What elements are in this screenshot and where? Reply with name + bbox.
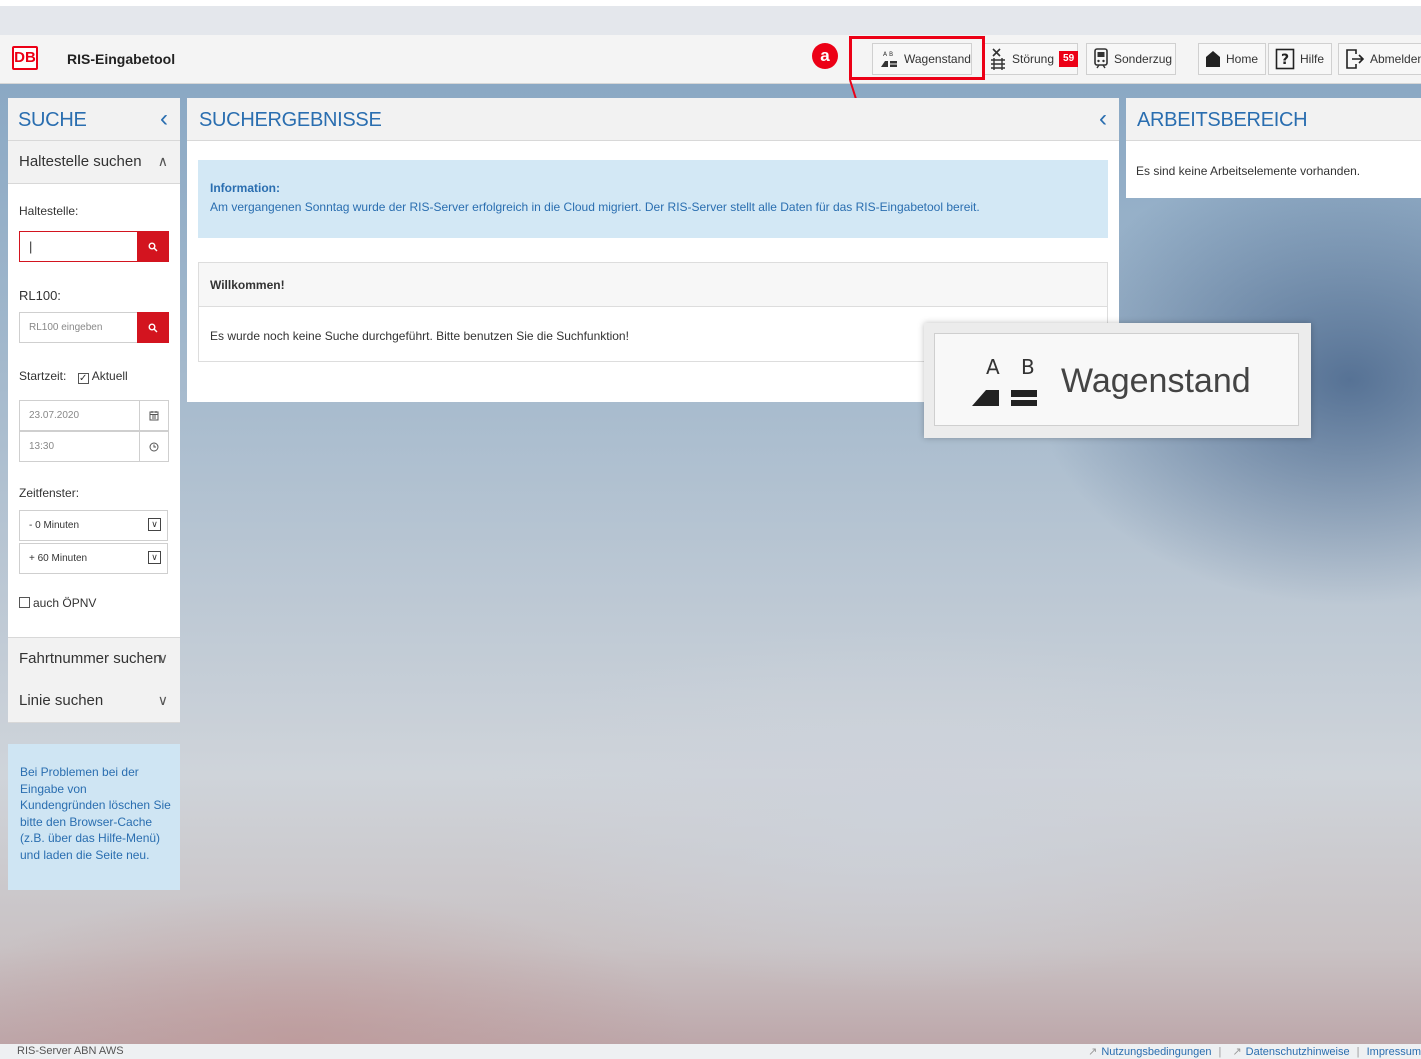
zeitfenster-plus-select[interactable]: + 60 Minuten ∨ [19,543,168,574]
haltestelle-input[interactable]: | [19,231,138,262]
stoerung-label: Störung [1012,52,1055,66]
aktuell-label: Aktuell [91,369,128,383]
suche-panel: SUCHE ‹ Haltestelle suchen ∧ Haltestelle… [8,98,180,723]
search-icon [148,323,158,332]
info-text: Am vergangenen Sonntag wurde der RIS-Ser… [210,200,980,214]
linie-section-label: Linie suchen [19,692,104,709]
nutzungsbedingungen-link[interactable]: Nutzungsbedingungen [1101,1046,1211,1058]
link-icon: ↗ [1088,1046,1098,1058]
suchergebnisse-panel-header: SUCHERGEBNISSE ‹ [187,98,1119,141]
oepnv-label: auch ÖPNV [33,596,97,610]
wagenstand-zoom-button: A B Wagenstand [934,333,1299,426]
suche-panel-header: SUCHE ‹ [8,98,180,141]
info-message: Information: Am vergangenen Sonntag wurd… [198,160,1108,238]
haltestelle-label: Haltestelle: [19,204,79,218]
callout-highlight-box [849,36,985,80]
home-button[interactable]: Home [1198,43,1266,75]
db-logo[interactable]: DB [12,46,38,70]
wagenstand-zoom-callout: A B Wagenstand [924,323,1311,438]
rl100-search-button[interactable] [137,312,169,343]
calendar-icon [149,411,159,421]
suchergebnisse-title: SUCHERGEBNISSE [199,109,382,131]
clock-button[interactable] [139,431,169,462]
zeitfenster-plus-value: + 60 Minuten [29,553,88,564]
fahrtnummer-section-toggle[interactable]: Fahrtnummer suchen ∨ [8,637,180,681]
startzeit-label: Startzeit: [19,369,67,383]
divider: | [1218,1046,1222,1058]
zeitfenster-minus-select[interactable]: - 0 Minuten ∨ [19,510,168,541]
haltestelle-section-toggle[interactable]: Haltestelle suchen ∧ [8,141,180,184]
stoerung-count-badge: 59 [1059,51,1079,67]
abmelden-button[interactable]: Abmelden [1338,43,1421,75]
chevron-down-icon: ∨ [157,650,168,666]
time-input[interactable]: 13:30 [19,431,140,462]
footer: RIS-Server ABN AWS ↗ Nutzungsbedingungen … [0,1044,1421,1059]
impressum-link[interactable]: Impressum [1367,1046,1421,1058]
calendar-button[interactable] [139,400,169,431]
zeitfenster-label: Zeitfenster: [19,486,80,500]
checkbox-checked-icon: ✓ [77,373,89,384]
chevron-up-icon: ∧ [157,153,168,169]
app-title: RIS-Eingabetool [67,51,176,67]
logout-icon [1345,48,1365,70]
hilfe-button[interactable]: ? Hilfe [1268,43,1332,75]
aktuell-checkbox[interactable]: ✓ Aktuell [77,369,128,384]
zeitfenster-minus-value: - 0 Minuten [29,520,80,531]
svg-text:A: A [986,355,1000,379]
oepnv-checkbox[interactable]: auch ÖPNV [19,596,96,610]
wagenstand-zoom-label: Wagenstand [1061,362,1251,400]
search-icon [148,242,158,251]
app-header: DB RIS-Eingabetool A B Wagenstand Störun… [0,35,1421,84]
abmelden-label: Abmelden [1370,52,1421,66]
rl100-label: RL100: [19,288,61,303]
svg-text:B: B [1021,355,1035,379]
svg-text:?: ? [1281,52,1289,68]
collapse-chevron-left-icon[interactable]: ‹ [160,105,168,133]
date-input[interactable]: 23.07.2020 [19,400,140,431]
clock-icon [149,442,159,451]
help-icon: ? [1275,48,1295,70]
hilfe-label: Hilfe [1300,52,1325,66]
checkbox-unchecked-icon [19,597,30,608]
arbeitsbereich-panel: ARBEITSBEREICH Es sind keine Arbeitselem… [1126,98,1421,198]
divider: | [1356,1046,1360,1058]
home-icon [1205,50,1221,68]
wagenstand-large-icon: A B [963,354,1043,412]
footer-links: ↗ Nutzungsbedingungen | ↗ Datenschutzhinwe… [1084,1045,1421,1058]
startzeit-row: Startzeit: ✓ Aktuell [19,369,128,384]
fahrtnummer-section-label: Fahrtnummer suchen [19,650,162,667]
stoerung-button[interactable]: Störung 59 [982,43,1079,75]
chevron-down-icon: ∨ [157,692,168,708]
sonderzug-label: Sonderzug [1114,52,1173,66]
callout-marker: a [812,43,838,69]
collapse-chevron-left-icon[interactable]: ‹ [1099,105,1107,133]
browser-top-strip [0,0,1421,6]
arbeitsbereich-title: ARBEITSBEREICH [1137,109,1308,131]
stoerung-icon [989,47,1007,71]
haltestelle-search-button[interactable] [137,231,169,262]
link-icon: ↗ [1232,1046,1242,1058]
arbeitsbereich-panel-header: ARBEITSBEREICH [1126,98,1421,141]
linie-section-toggle[interactable]: Linie suchen ∨ [8,680,180,723]
haltestelle-section-label: Haltestelle suchen [19,153,142,170]
server-info: RIS-Server ABN AWS [17,1045,124,1057]
datenschutz-link[interactable]: Datenschutzhinweise [1246,1046,1350,1058]
sonderzug-icon [1093,47,1109,71]
browser-cache-hint: Bei Problemen bei der Eingabe von Kunden… [8,744,180,890]
welcome-title: Willkommen! [199,263,1107,307]
chevron-down-icon: ∨ [148,518,161,531]
sonderzug-button[interactable]: Sonderzug [1086,43,1176,75]
arbeitsbereich-empty-text: Es sind keine Arbeitselemente vorhanden. [1136,164,1361,178]
chevron-down-icon: ∨ [148,551,161,564]
info-title: Information: [210,181,280,195]
home-label: Home [1226,52,1259,66]
rl100-input[interactable]: RL100 eingeben [19,312,138,343]
suche-title: SUCHE [18,109,87,131]
